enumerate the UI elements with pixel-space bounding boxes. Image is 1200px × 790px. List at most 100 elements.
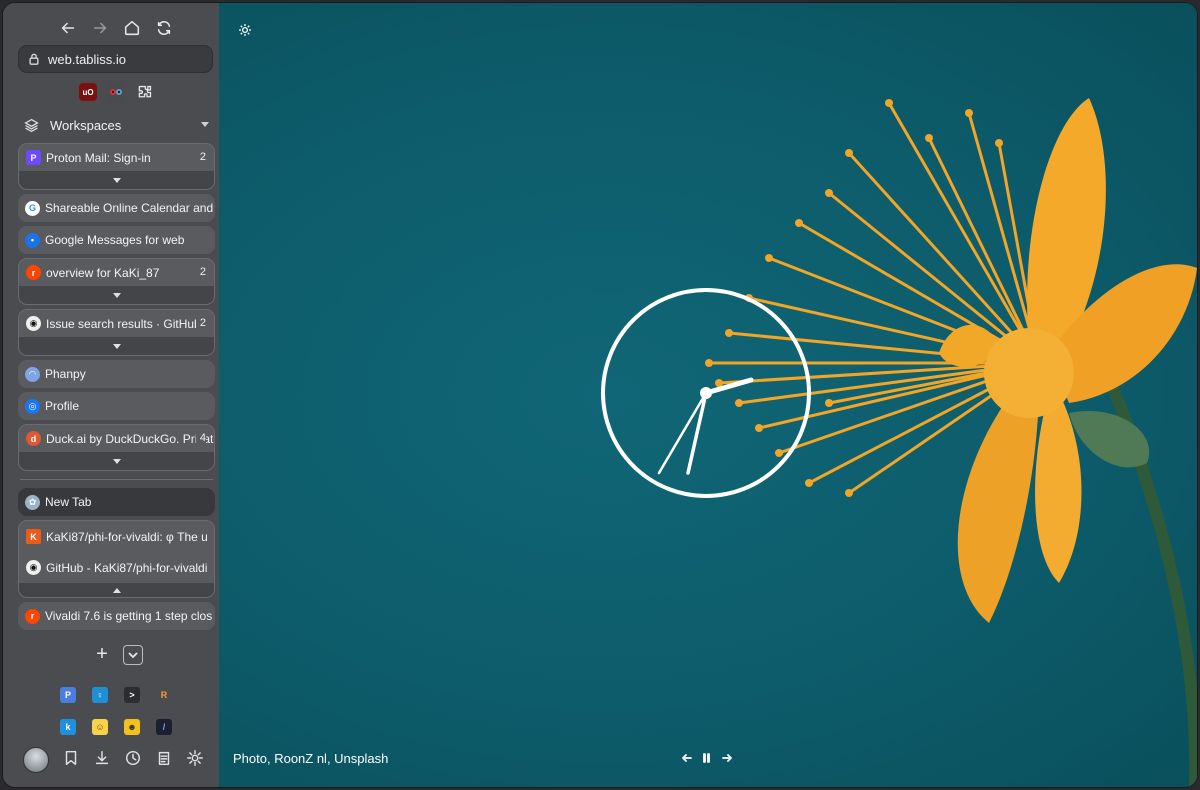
bookmark-icon (65, 750, 77, 765)
tab-title: Duck.ai by DuckDuckGo. Private (46, 431, 214, 446)
tab-title: Google Messages for web (45, 233, 185, 247)
arrow-right-icon (722, 754, 732, 762)
chevron-down-icon (112, 177, 121, 183)
address-bar[interactable]: web.tabliss.io (18, 45, 213, 73)
tab-stack-count: 2 (195, 317, 206, 329)
tab[interactable]: G Shareable Online Calendar and (18, 194, 215, 222)
new-tab-page: Photo, RoonZ nl, Unsplash (219, 3, 1197, 787)
lock-icon (29, 53, 39, 65)
downloads-button[interactable] (93, 749, 111, 772)
tab[interactable]: r overview for KaKi_87 2 (19, 259, 214, 286)
tab-stack-count: 4 (195, 432, 206, 444)
expand-stack-button[interactable] (19, 171, 214, 189)
tab-stack[interactable]: r overview for KaKi_87 2 (18, 258, 215, 305)
tab-title: KaKi87/phi-for-vivaldi: φ The u (46, 529, 208, 544)
globe-icon: ◎ (25, 398, 40, 414)
browser-window: web.tabliss.io uO Workspaces P Proton Ma… (3, 3, 1197, 787)
tab-stack[interactable]: P Proton Mail: Sign-in 2 (18, 143, 215, 190)
settings-button[interactable] (186, 749, 204, 772)
tab-title: Issue search results · GitHub (46, 316, 201, 331)
tab-stack-count: 2 (195, 151, 206, 163)
messages-icon: • (25, 232, 40, 248)
emoji-app-icon[interactable]: ☺ (92, 719, 108, 735)
tab-options-button[interactable] (123, 644, 143, 665)
keyhole-icon[interactable]: ♀ (92, 687, 108, 703)
pause-icon (703, 753, 710, 763)
arrow-left-icon (61, 22, 75, 34)
home-icon (124, 20, 140, 36)
reload-icon (157, 21, 171, 35)
cool-face-app-icon[interactable]: ☻ (124, 719, 140, 735)
new-tab-controls: + (93, 643, 143, 666)
reload-button[interactable] (153, 17, 175, 39)
workspaces-button[interactable]: Workspaces (23, 113, 213, 137)
sidebar: web.tabliss.io uO Workspaces P Proton Ma… (3, 3, 219, 787)
extensions-puzzle-icon[interactable] (135, 83, 153, 101)
ublock-origin-icon[interactable]: uO (79, 83, 97, 101)
duckduckgo-icon: d (26, 431, 41, 446)
terminal-app-icon[interactable]: > (124, 687, 140, 703)
tab[interactable]: • Google Messages for web (18, 226, 215, 254)
tab-title: New Tab (45, 495, 92, 509)
tab[interactable]: ◠ Phanpy (18, 360, 215, 388)
extension-puppy-icon[interactable] (107, 83, 125, 101)
tab[interactable]: ◉ GitHub - KaKi87/phi-for-vivaldi (19, 552, 214, 583)
tab-divider (20, 479, 213, 480)
workspaces-label: Workspaces (50, 117, 122, 133)
gear-icon (239, 24, 251, 36)
reddit-icon: r (25, 608, 40, 624)
tab-title: Proton Mail: Sign-in (46, 150, 151, 165)
sidebar-bottom-bar (23, 747, 204, 773)
tab-title: Profile (45, 399, 80, 413)
tab-title: Shareable Online Calendar and (45, 201, 214, 215)
history-icon (125, 750, 141, 765)
new-tab-icon: ✿ (25, 494, 40, 510)
tab-stack[interactable]: ◉ Issue search results · GitHub 2 (18, 309, 215, 356)
chevron-down-icon (112, 458, 121, 464)
tab[interactable]: d Duck.ai by DuckDuckGo. Private 4 (19, 425, 214, 452)
proton-pass-icon[interactable]: P (60, 687, 76, 703)
forward-button[interactable] (89, 17, 111, 39)
chevron-up-icon (112, 587, 121, 593)
chevron-down-icon (112, 343, 121, 349)
notes-button[interactable] (155, 749, 173, 772)
expand-stack-button[interactable] (19, 337, 214, 355)
new-tab-button[interactable]: + (93, 643, 111, 666)
tab[interactable]: K KaKi87/phi-for-vivaldi: φ The u (19, 521, 214, 552)
collapse-stack-button[interactable] (19, 583, 214, 597)
layers-icon (24, 118, 39, 132)
photo-credit[interactable]: Photo, RoonZ nl, Unsplash (233, 751, 388, 766)
chevron-down-icon (128, 651, 138, 658)
next-photo-button[interactable] (721, 751, 733, 769)
dashboard-settings-button[interactable] (237, 22, 253, 43)
history-button[interactable] (124, 749, 142, 772)
tab-stack-expanded[interactable]: K KaKi87/phi-for-vivaldi: φ The u ◉ GitH… (18, 520, 215, 598)
dark-app-icon[interactable]: / (156, 719, 172, 735)
back-button[interactable] (57, 17, 79, 39)
notes-icon (158, 751, 170, 765)
download-icon (95, 750, 109, 764)
minute-hand (686, 391, 708, 475)
expand-stack-button[interactable] (19, 452, 214, 470)
tab[interactable]: r Vivaldi 7.6 is getting 1 step clos (18, 602, 215, 630)
tab-active[interactable]: ✿ New Tab (18, 488, 215, 516)
slideshow-controls (681, 751, 733, 769)
tab[interactable]: ◉ Issue search results · GitHub 2 (19, 310, 214, 337)
expand-stack-button[interactable] (19, 286, 214, 304)
previous-photo-button[interactable] (681, 751, 693, 769)
pause-button[interactable] (701, 751, 713, 769)
tab[interactable]: ◎ Profile (18, 392, 215, 420)
tab[interactable]: P Proton Mail: Sign-in 2 (19, 144, 214, 171)
avatar[interactable] (23, 747, 49, 773)
home-button[interactable] (121, 17, 143, 39)
k-app-icon[interactable]: k (60, 719, 76, 735)
chevron-down-icon (201, 122, 209, 127)
tab-title: GitHub - KaKi87/phi-for-vivaldi (46, 560, 208, 575)
r-app-icon[interactable]: R (156, 687, 172, 703)
bookmarks-button[interactable] (62, 749, 80, 772)
tab-stack[interactable]: d Duck.ai by DuckDuckGo. Private 4 (18, 424, 215, 471)
tab-list: P Proton Mail: Sign-in 2 G Shareable Onl… (18, 143, 215, 634)
navigation-buttons (57, 17, 175, 39)
arrow-left-icon (682, 754, 692, 762)
tab-title: Vivaldi 7.6 is getting 1 step clos (45, 609, 213, 623)
